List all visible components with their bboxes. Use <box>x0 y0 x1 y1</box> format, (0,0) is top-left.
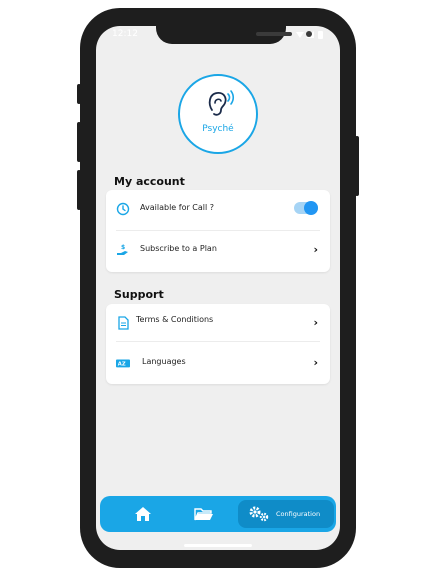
folder-icon <box>194 508 213 521</box>
side-button <box>77 84 81 104</box>
battery-icon <box>318 31 323 39</box>
front-camera <box>306 31 312 37</box>
nav-configuration-label: Configuration <box>276 510 321 518</box>
status-icons <box>296 31 323 39</box>
translate-icon: AZ <box>116 359 130 368</box>
terms-conditions-row[interactable]: Terms & Conditions › <box>106 304 330 344</box>
home-icon <box>135 507 151 521</box>
chevron-right-icon: › <box>313 243 318 256</box>
logo-text: Psyché <box>202 124 234 134</box>
divider <box>116 341 320 342</box>
svg-text:AZ: AZ <box>118 362 126 368</box>
svg-text:$: $ <box>121 244 125 251</box>
ear-sound-icon <box>208 90 235 116</box>
bottom-nav: Configuration <box>100 496 336 532</box>
camera-notch <box>156 26 312 44</box>
clock-icon <box>116 202 130 216</box>
subscribe-plan-row[interactable]: $ Subscribe to a Plan › <box>106 231 330 271</box>
toggle-knob <box>304 201 318 215</box>
wifi-icon <box>296 32 304 38</box>
document-icon <box>118 316 129 330</box>
my-account-title: My account <box>114 175 185 188</box>
volume-up-button <box>77 122 81 162</box>
power-button <box>355 136 359 196</box>
chevron-right-icon: › <box>313 316 318 329</box>
volume-down-button <box>77 170 81 210</box>
home-indicator <box>184 544 252 547</box>
terms-conditions-label: Terms & Conditions <box>136 315 214 324</box>
nav-home[interactable] <box>122 496 162 532</box>
status-time: 12:12 <box>112 29 138 39</box>
languages-row[interactable]: AZ Languages › <box>106 344 330 384</box>
my-account-card: Available for Call ? $ Subscribe to a Pl… <box>106 190 330 272</box>
available-for-call-row[interactable]: Available for Call ? <box>106 190 330 230</box>
subscribe-plan-label: Subscribe to a Plan <box>140 244 217 253</box>
support-title: Support <box>114 288 164 301</box>
nav-configuration[interactable]: Configuration <box>238 500 334 528</box>
speaker <box>256 32 292 36</box>
money-hand-icon: $ <box>117 244 128 255</box>
nav-folder[interactable] <box>184 496 224 532</box>
chevron-right-icon: › <box>313 356 318 369</box>
screen: 12:12 Psyché My account Available for Ca… <box>96 26 340 550</box>
gears-icon <box>249 506 269 522</box>
available-for-call-label: Available for Call ? <box>140 203 215 212</box>
app-logo: Psyché <box>178 74 258 154</box>
languages-label: Languages <box>142 357 186 366</box>
support-card: Terms & Conditions › AZ Languages › <box>106 304 330 384</box>
available-toggle[interactable] <box>294 201 318 215</box>
